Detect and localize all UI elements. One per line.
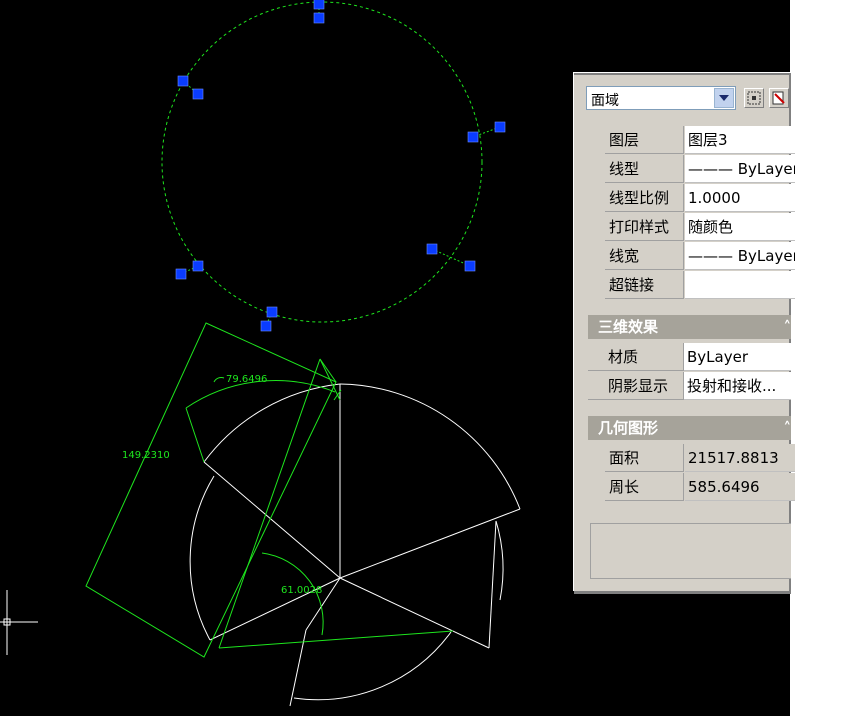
grip-handle[interactable] xyxy=(426,243,438,255)
prop-value[interactable]: 投射和接收... xyxy=(684,372,791,400)
section-header-geometry[interactable]: 几何图形 ˄ xyxy=(588,416,791,440)
properties-palette: 面域 图层 图层3 线型 ——— ByLayer 线型比例 1.0000 打印样… xyxy=(573,72,795,594)
collapse-chevron-icon[interactable]: ˄ xyxy=(784,416,792,440)
grip-handle[interactable] xyxy=(494,121,506,133)
prop-value[interactable]: ByLayer xyxy=(684,343,791,371)
prop-value: 585.6496 xyxy=(685,473,795,501)
grip-handle[interactable] xyxy=(313,0,325,10)
prop-row-area[interactable]: 面积 21517.8813 xyxy=(605,444,795,473)
grip-handle[interactable] xyxy=(192,260,204,272)
grip-handle[interactable] xyxy=(175,268,187,280)
crosshair-cursor xyxy=(0,590,38,655)
prop-key: 线型 xyxy=(605,155,684,183)
prop-key: 周长 xyxy=(605,473,684,501)
prop-key: 阴影显示 xyxy=(588,372,684,400)
prop-value[interactable]: ——— ByLayer xyxy=(685,242,795,270)
grip-handle[interactable] xyxy=(177,75,189,87)
prop-row-plot-style[interactable]: 打印样式 随颜色 xyxy=(605,213,795,242)
grip-handle[interactable] xyxy=(464,260,476,272)
prop-row-lineweight[interactable]: 线宽 ——— ByLayer xyxy=(605,242,795,271)
prop-row-material[interactable]: 材质 ByLayer xyxy=(588,343,791,372)
prop-key: 面积 xyxy=(605,444,684,472)
prop-key: 线型比例 xyxy=(605,184,684,212)
green-construction xyxy=(85,322,454,658)
section-title: 三维效果 xyxy=(598,318,659,336)
prop-key: 图层 xyxy=(605,126,684,154)
grip-handle[interactable] xyxy=(467,131,479,143)
object-type-value: 面域 xyxy=(591,93,619,109)
prop-value: 21517.8813 xyxy=(685,444,795,472)
description-panel xyxy=(590,523,791,579)
prop-value[interactable] xyxy=(685,271,795,299)
prop-value[interactable]: 1.0000 xyxy=(685,184,795,212)
prop-key: 超链接 xyxy=(605,271,684,299)
select-objects-button[interactable] xyxy=(769,88,789,108)
dimension-angle-label: 61.0028 xyxy=(281,585,322,596)
prop-row-layer[interactable]: 图层 图层3 xyxy=(605,126,795,155)
prop-row-hyperlink[interactable]: 超链接 xyxy=(605,271,795,300)
prop-key: 打印样式 xyxy=(605,213,684,241)
quick-select-button[interactable] xyxy=(744,88,764,108)
grip-handle[interactable] xyxy=(266,306,278,318)
select-objects-icon xyxy=(772,91,785,105)
quick-select-icon xyxy=(747,91,761,105)
window-edge xyxy=(790,0,861,716)
prop-row-perimeter[interactable]: 周长 585.6496 xyxy=(605,473,795,502)
section-header-3d[interactable]: 三维效果 ˄ xyxy=(588,315,791,339)
prop-value[interactable]: 随颜色 xyxy=(685,213,795,241)
selected-region-circle[interactable] xyxy=(161,1,483,323)
grip-handle[interactable] xyxy=(192,88,204,100)
section-title: 几何图形 xyxy=(598,419,659,437)
chevron-down-icon[interactable] xyxy=(714,88,734,108)
dimension-arc-label: 79.6496 xyxy=(226,374,267,385)
prop-value[interactable]: 图层3 xyxy=(685,126,795,154)
palette-shadow xyxy=(574,591,791,594)
prop-key: 材质 xyxy=(588,343,684,371)
prop-value[interactable]: ——— ByLayer xyxy=(685,155,795,183)
prop-key: 线宽 xyxy=(605,242,684,270)
prop-row-linetype-scale[interactable]: 线型比例 1.0000 xyxy=(605,184,795,213)
collapse-chevron-icon[interactable]: ˄ xyxy=(784,315,792,339)
grip-handle[interactable] xyxy=(260,320,272,332)
white-geometry xyxy=(189,383,521,707)
prop-row-shadow-display[interactable]: 阴影显示 投射和接收... xyxy=(588,372,791,401)
dimension-length-label: 149.2310 xyxy=(122,450,170,461)
prop-row-linetype[interactable]: 线型 ——— ByLayer xyxy=(605,155,795,184)
grip-handle[interactable] xyxy=(313,12,325,24)
object-type-dropdown[interactable]: 面域 xyxy=(586,86,736,110)
